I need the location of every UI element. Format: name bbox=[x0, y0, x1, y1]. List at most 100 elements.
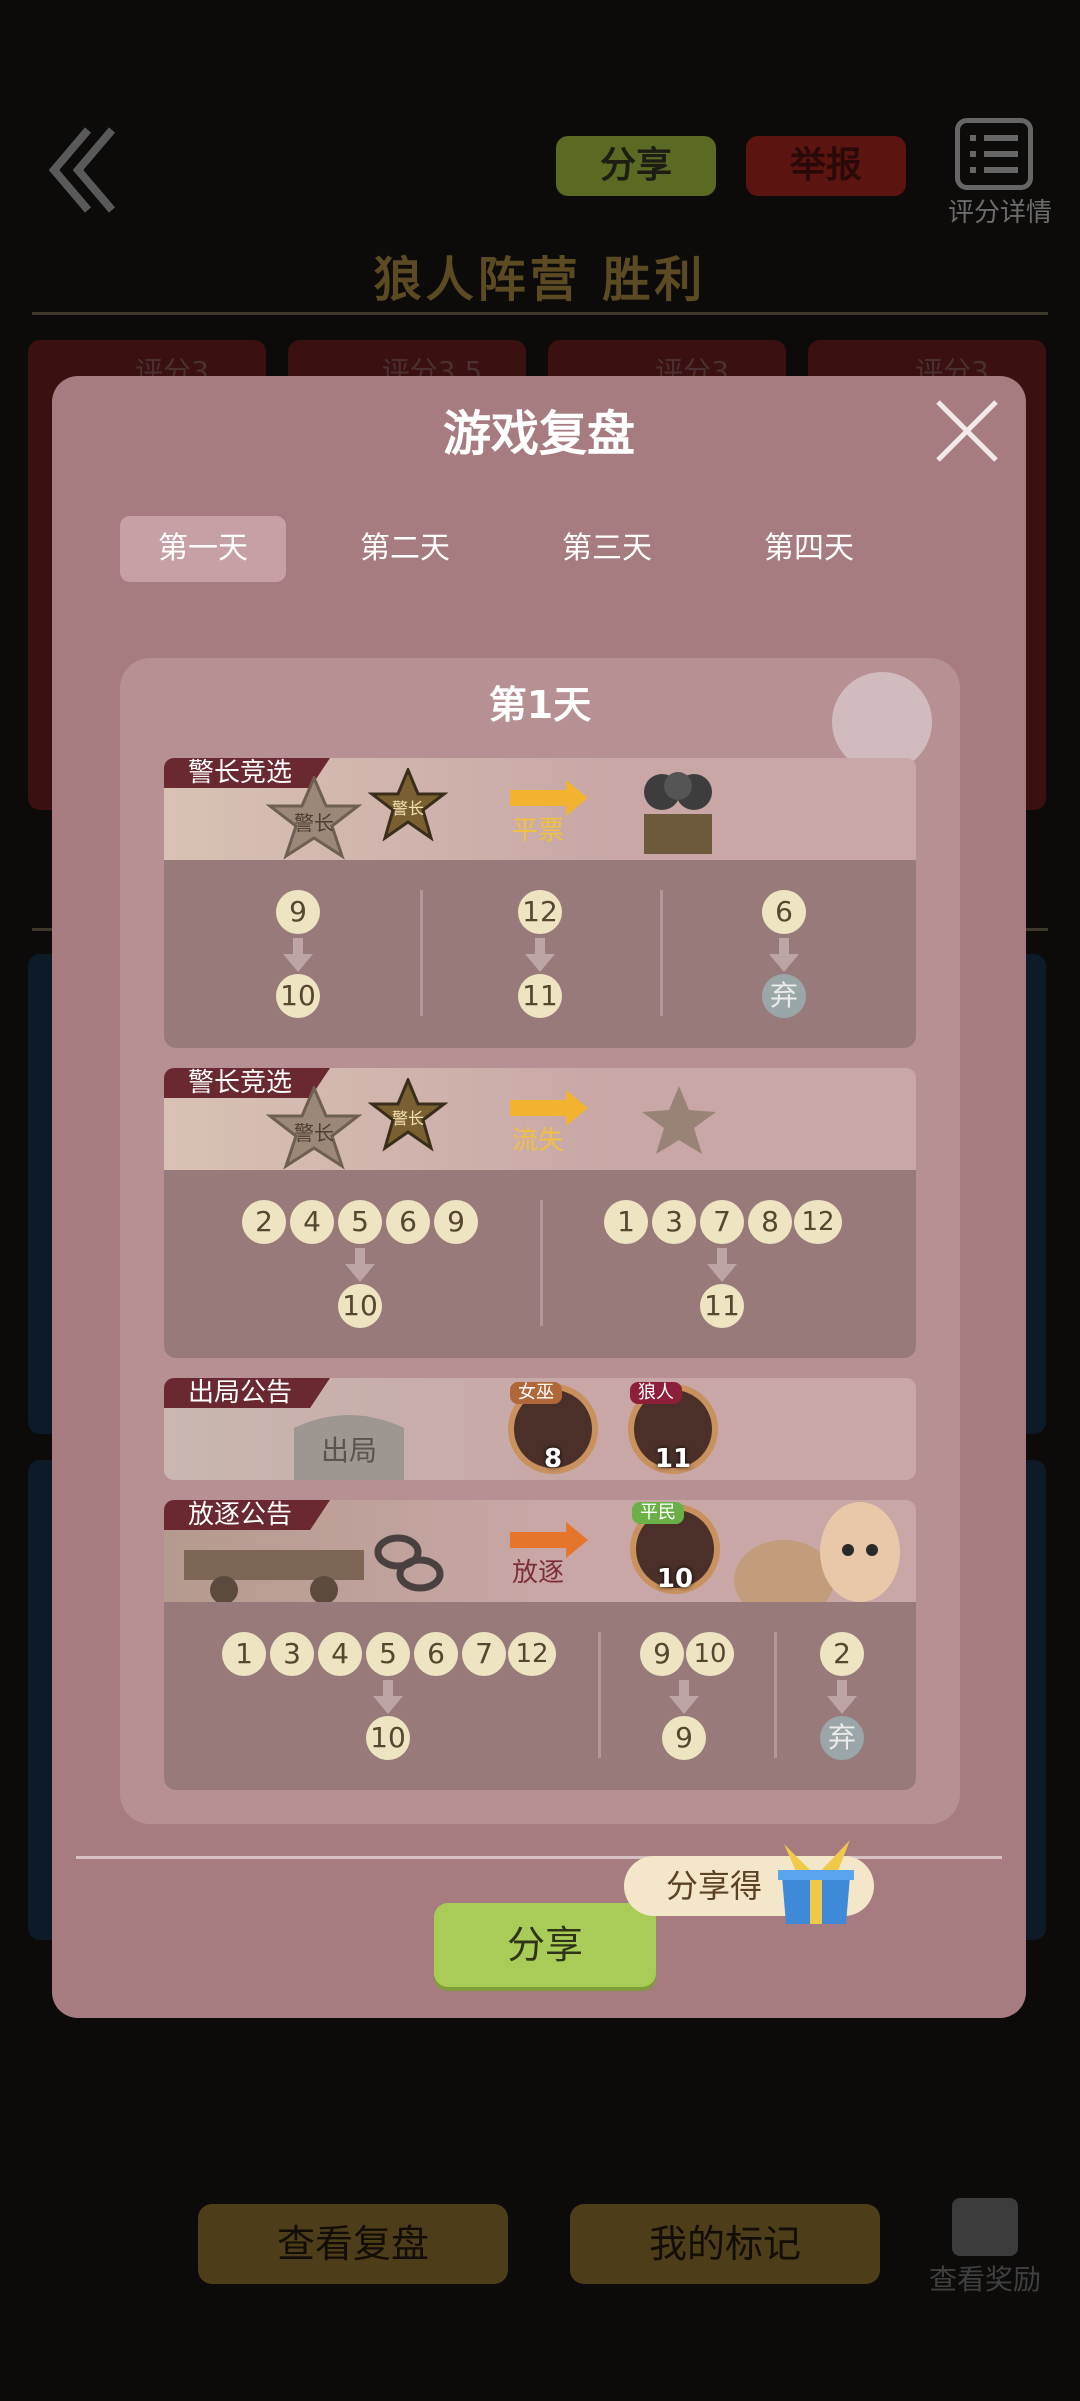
role-tag: 平民 bbox=[632, 1502, 684, 1524]
divider bbox=[774, 1632, 777, 1758]
player-number-badge: 5 bbox=[366, 1632, 410, 1676]
player-number-badge: 2 bbox=[820, 1632, 864, 1676]
close-icon[interactable] bbox=[932, 396, 1002, 466]
avatar-number: 10 bbox=[656, 1564, 694, 1594]
player-number-badge: 10 bbox=[686, 1632, 734, 1676]
player-number-badge: 9 bbox=[640, 1632, 684, 1676]
player-number-badge: 11 bbox=[700, 1284, 744, 1328]
bg-share-button[interactable]: 分享 bbox=[556, 136, 716, 196]
arrow-down-icon bbox=[669, 1680, 699, 1714]
section-tag: 出局公告 bbox=[164, 1378, 331, 1408]
arrow-down-icon bbox=[827, 1680, 857, 1714]
tab-day-1[interactable]: 第一天 bbox=[120, 516, 286, 582]
cart-icon bbox=[184, 1550, 364, 1602]
shackles-icon bbox=[374, 1534, 444, 1592]
player-number-badge: 10 bbox=[338, 1284, 382, 1328]
bg-report-button[interactable]: 举报 bbox=[746, 136, 906, 196]
result-label: 平票 bbox=[512, 816, 565, 846]
tied-vote-icon bbox=[644, 772, 712, 854]
tombstone-text: 出局 bbox=[321, 1434, 377, 1467]
arrow-down-icon bbox=[769, 938, 799, 972]
player-number-badge: 1 bbox=[604, 1200, 648, 1244]
player-number-badge: 4 bbox=[290, 1200, 334, 1244]
divider bbox=[540, 1200, 543, 1326]
view-rewards-label[interactable]: 查看奖励 bbox=[920, 2258, 1050, 2298]
tab-day-2[interactable]: 第二天 bbox=[322, 516, 488, 582]
sheriff-election-section: 警长竞选 警长 警长 流失 2 4 5 6 9 10 1 3 7 8 12 11 bbox=[164, 1068, 916, 1358]
tombstone-icon: 出局 bbox=[294, 1415, 404, 1480]
section-header: 警长竞选 警长 警长 平票 bbox=[164, 758, 916, 860]
bg-divider bbox=[32, 312, 1048, 315]
result-label: 流失 bbox=[512, 1126, 565, 1156]
sheriff-election-section: 警长竞选 警长 警长 平票 9 10 12 11 6 弃 bbox=[164, 758, 916, 1048]
tab-day-4[interactable]: 第四天 bbox=[726, 516, 892, 582]
divider bbox=[420, 890, 423, 1016]
player-number-badge: 9 bbox=[434, 1200, 478, 1244]
modal-divider bbox=[76, 1856, 1002, 1859]
villager-illustration bbox=[734, 1502, 900, 1602]
abstain-badge: 弃 bbox=[820, 1716, 864, 1760]
sheriff-badge-text: 警长 bbox=[294, 1121, 334, 1145]
tab-day-3[interactable]: 第三天 bbox=[524, 516, 690, 582]
section-header: 放逐公告 放逐 平民 10 bbox=[164, 1500, 916, 1602]
screen: 分享 举报 评分详情 狼人阵营 胜利 评分3 评分3.5 评分3 评分3 查看复… bbox=[0, 0, 1080, 2401]
lost-badge-icon bbox=[642, 1086, 716, 1154]
score-detail-label[interactable]: 评分详情 bbox=[935, 192, 1065, 229]
avatar-number: 8 bbox=[543, 1444, 563, 1474]
sheriff-badge-icon: 警长 bbox=[368, 1078, 448, 1152]
modal-title: 游戏复盘 bbox=[442, 406, 635, 462]
gift-box-icon bbox=[778, 1840, 854, 1924]
back-chevron-icon[interactable] bbox=[40, 120, 120, 220]
sheriff-badge-text: 警长 bbox=[392, 799, 424, 818]
player-number-badge: 12 bbox=[794, 1200, 842, 1244]
player-number-badge: 10 bbox=[366, 1716, 410, 1760]
section-tag: 放逐公告 bbox=[164, 1500, 331, 1530]
player-number-badge: 7 bbox=[700, 1200, 744, 1244]
sheriff-badge-icon: 警长 bbox=[368, 768, 448, 842]
arrow-down-icon bbox=[373, 1680, 403, 1714]
player-number-badge: 12 bbox=[518, 890, 562, 934]
my-marks-button[interactable]: 我的标记 bbox=[570, 2204, 880, 2284]
player-number-badge: 3 bbox=[270, 1632, 314, 1676]
vote-body: 1 3 4 5 6 7 12 10 9 10 9 2 弃 bbox=[164, 1602, 916, 1790]
player-number-badge: 7 bbox=[462, 1632, 506, 1676]
vote-body: 9 10 12 11 6 弃 bbox=[164, 860, 916, 1048]
player-number-badge: 2 bbox=[242, 1200, 286, 1244]
role-tag: 女巫 bbox=[510, 1382, 562, 1404]
player-number-badge: 6 bbox=[762, 890, 806, 934]
abstain-badge: 弃 bbox=[762, 974, 806, 1018]
exile-announcement-section: 放逐公告 放逐 平民 10 1 3 4 5 6 7 12 10 9 10 9 2… bbox=[164, 1500, 916, 1790]
player-number-badge: 11 bbox=[518, 974, 562, 1018]
player-number-badge: 10 bbox=[276, 974, 320, 1018]
player-number-badge: 3 bbox=[652, 1200, 696, 1244]
player-number-badge: 9 bbox=[662, 1716, 706, 1760]
arrow-down-icon bbox=[707, 1248, 737, 1282]
sheriff-badge-text: 警长 bbox=[392, 1109, 424, 1128]
view-replay-button[interactable]: 查看复盘 bbox=[198, 2204, 508, 2284]
divider bbox=[598, 1632, 601, 1758]
player-number-badge: 12 bbox=[508, 1632, 556, 1676]
result-title: 狼人阵营 胜利 bbox=[373, 252, 707, 308]
list-icon bbox=[970, 135, 1018, 173]
gift-icon[interactable] bbox=[952, 2198, 1018, 2256]
section-header: 警长竞选 警长 警长 流失 bbox=[164, 1068, 916, 1170]
player-number-badge: 6 bbox=[414, 1632, 458, 1676]
player-number-badge: 4 bbox=[318, 1632, 362, 1676]
arrow-down-icon bbox=[525, 938, 555, 972]
sheriff-star-icon: 警长 bbox=[265, 776, 363, 860]
role-tag: 狼人 bbox=[630, 1382, 682, 1404]
day-title: 第1天 bbox=[488, 683, 592, 727]
arrow-down-icon bbox=[345, 1248, 375, 1282]
out-announcement-section: 出局公告 出局 女巫 8 狼人 11 bbox=[164, 1378, 916, 1480]
replay-modal: 游戏复盘 第一天 第二天 第三天 第四天 第1天 警长竞选 警长 警长 平票 9… bbox=[52, 376, 1026, 2018]
arrow-down-icon bbox=[283, 938, 313, 972]
avatar-number: 11 bbox=[654, 1444, 692, 1474]
divider bbox=[660, 890, 663, 1016]
share-button[interactable]: 分享 bbox=[434, 1903, 656, 1987]
player-number-badge: 5 bbox=[338, 1200, 382, 1244]
score-detail-list-icon[interactable] bbox=[955, 118, 1033, 190]
player-number-badge: 9 bbox=[276, 890, 320, 934]
player-number-badge: 8 bbox=[748, 1200, 792, 1244]
player-number-badge: 6 bbox=[386, 1200, 430, 1244]
sheriff-star-icon: 警长 bbox=[265, 1086, 363, 1170]
